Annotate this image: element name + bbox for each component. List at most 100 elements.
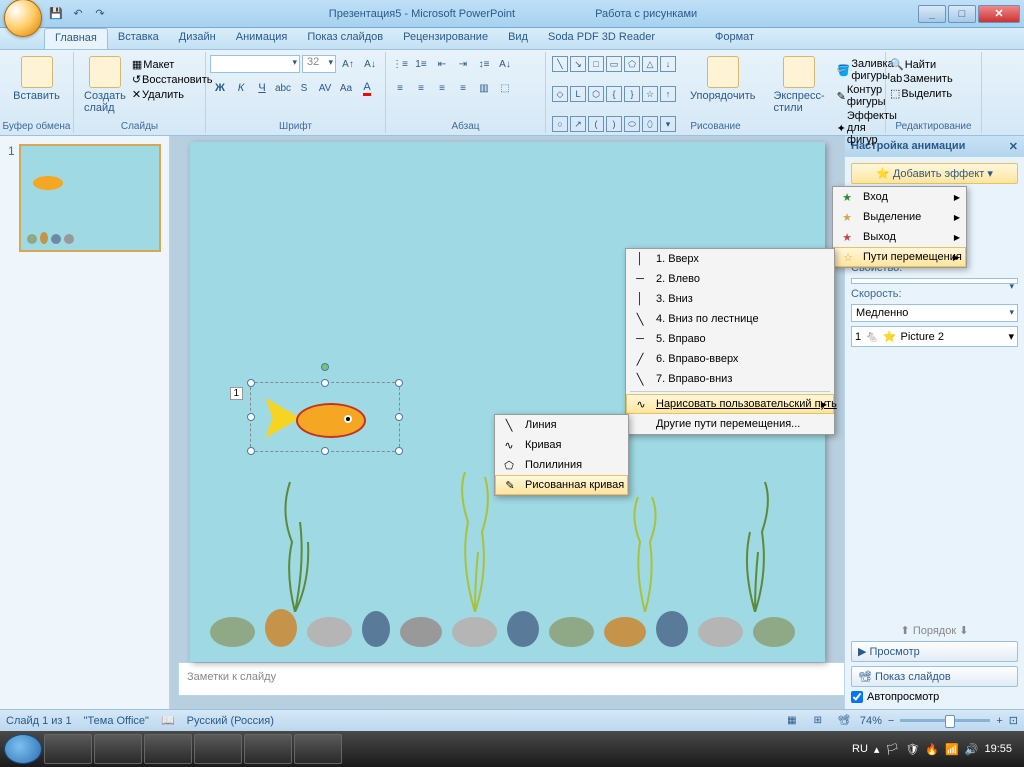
layout-button[interactable]: ▦ Макет bbox=[132, 58, 213, 71]
tab-format[interactable]: Формат bbox=[705, 28, 764, 49]
selection-box[interactable] bbox=[250, 382, 400, 452]
menu-item[interactable]: ∿Кривая bbox=[495, 435, 628, 455]
indent-inc-icon[interactable]: ⇥ bbox=[453, 54, 473, 74]
menu-item[interactable]: ╲4. Вниз по лестнице bbox=[626, 309, 834, 329]
underline-icon[interactable]: Ч bbox=[252, 78, 272, 98]
preview-button[interactable]: ▶ Просмотр bbox=[851, 641, 1018, 662]
minimize-button[interactable]: _ bbox=[918, 5, 946, 23]
arrange-button[interactable]: Упорядочить bbox=[684, 54, 761, 146]
fit-window-icon[interactable]: ⊡ bbox=[1009, 714, 1018, 727]
menu-item[interactable]: ★Выход▶ bbox=[833, 227, 966, 247]
tray-icon[interactable]: 🔥 bbox=[925, 743, 939, 756]
menu-item[interactable]: ─2. Влево bbox=[626, 269, 834, 289]
case-icon[interactable]: Aa bbox=[336, 78, 356, 98]
zoom-slider[interactable] bbox=[900, 719, 990, 722]
shadow-icon[interactable]: S bbox=[294, 78, 314, 98]
quickstyles-button[interactable]: Экспресс-стили bbox=[767, 54, 830, 146]
zoom-out-icon[interactable]: − bbox=[888, 715, 894, 727]
office-button[interactable] bbox=[4, 0, 42, 37]
menu-item[interactable]: │3. Вниз bbox=[626, 289, 834, 309]
normal-view-icon[interactable]: ▦ bbox=[782, 711, 802, 731]
zoom-level[interactable]: 74% bbox=[860, 715, 882, 727]
undo-icon[interactable]: ↶ bbox=[68, 4, 88, 24]
tray-icon[interactable]: ▴ bbox=[874, 743, 880, 756]
redo-icon[interactable]: ↷ bbox=[90, 4, 110, 24]
tab-design[interactable]: Дизайн bbox=[169, 28, 226, 49]
menu-item[interactable]: ☆Пути перемещения▶ bbox=[833, 247, 966, 267]
tray-icon[interactable]: 📶 bbox=[945, 743, 959, 756]
shrink-font-icon[interactable]: A↓ bbox=[360, 54, 380, 74]
menu-item[interactable]: ★Выделение▶ bbox=[833, 207, 966, 227]
close-button[interactable]: ✕ bbox=[978, 5, 1020, 23]
menu-item[interactable]: ★Вход▶ bbox=[833, 187, 966, 207]
slide-thumbnail[interactable] bbox=[19, 144, 161, 252]
rotate-handle[interactable] bbox=[321, 363, 329, 371]
align-right-icon[interactable]: ≡ bbox=[432, 78, 452, 98]
italic-icon[interactable]: К bbox=[231, 78, 251, 98]
start-button[interactable] bbox=[4, 734, 42, 764]
tab-home[interactable]: Главная bbox=[44, 28, 108, 49]
spellcheck-icon[interactable]: 📖 bbox=[161, 714, 175, 727]
replace-button[interactable]: ab Заменить bbox=[890, 73, 977, 85]
find-button[interactable]: 🔍 Найти bbox=[890, 58, 977, 71]
save-icon[interactable]: 💾 bbox=[46, 4, 66, 24]
menu-item[interactable]: ∿Нарисовать пользовательский путь▶ bbox=[626, 394, 834, 414]
add-effect-button[interactable]: ⭐ Добавить эффект ▾ bbox=[851, 163, 1018, 184]
reset-button[interactable]: ↺ Восстановить bbox=[132, 73, 213, 86]
tray-lang[interactable]: RU bbox=[852, 743, 868, 755]
menu-item[interactable]: │1. Вверх bbox=[626, 249, 834, 269]
columns-icon[interactable]: ▥ bbox=[474, 78, 494, 98]
task-item[interactable] bbox=[144, 734, 192, 764]
menu-item[interactable]: ⬠Полилиния bbox=[495, 455, 628, 475]
shapes-gallery[interactable]: ╲↘□▭⬠△↓ ◇L⬡{}☆↑ ○↗()⬭⬯▾ bbox=[550, 54, 678, 146]
align-center-icon[interactable]: ≡ bbox=[411, 78, 431, 98]
select-button[interactable]: ⬚ Выделить bbox=[890, 87, 977, 100]
slideshow-button[interactable]: 📽 Показ слайдов bbox=[851, 666, 1018, 687]
animation-list-item[interactable]: 1🐁⭐Picture 2▾ bbox=[851, 326, 1018, 347]
menu-item[interactable]: ╲Линия bbox=[495, 415, 628, 435]
strike-icon[interactable]: abc bbox=[273, 78, 293, 98]
tray-icon[interactable]: 🏳 bbox=[885, 743, 899, 756]
menu-item[interactable]: ─5. Вправо bbox=[626, 329, 834, 349]
taskpane-close-icon[interactable]: ✕ bbox=[1009, 140, 1018, 153]
fontsize-combo[interactable]: 32 bbox=[302, 55, 336, 73]
paste-button[interactable]: Вставить bbox=[4, 54, 69, 104]
tab-slideshow[interactable]: Показ слайдов bbox=[297, 28, 393, 49]
menu-item[interactable]: Другие пути перемещения... bbox=[626, 414, 834, 434]
notes-pane[interactable]: Заметки к слайду bbox=[178, 662, 844, 696]
tray-icon[interactable]: 🔊 bbox=[965, 743, 979, 756]
bold-icon[interactable]: Ж bbox=[210, 78, 230, 98]
tab-view[interactable]: Вид bbox=[498, 28, 538, 49]
language-status[interactable]: Русский (Россия) bbox=[187, 715, 274, 727]
font-combo[interactable] bbox=[210, 55, 300, 73]
zoom-in-icon[interactable]: + bbox=[996, 715, 1002, 727]
task-item[interactable] bbox=[294, 734, 342, 764]
align-left-icon[interactable]: ≡ bbox=[390, 78, 410, 98]
new-slide-button[interactable]: Создать слайд bbox=[78, 54, 132, 116]
textdir-icon[interactable]: A↓ bbox=[495, 54, 515, 74]
delete-button[interactable]: ✕ Удалить bbox=[132, 88, 213, 101]
task-item[interactable] bbox=[244, 734, 292, 764]
justify-icon[interactable]: ≡ bbox=[453, 78, 473, 98]
numbering-icon[interactable]: 1≡ bbox=[411, 54, 431, 74]
indent-dec-icon[interactable]: ⇤ bbox=[432, 54, 452, 74]
tray-clock[interactable]: 19:55 bbox=[984, 743, 1012, 755]
maximize-button[interactable]: □ bbox=[948, 5, 976, 23]
menu-item[interactable]: ✎Рисованная кривая bbox=[495, 475, 628, 495]
grow-font-icon[interactable]: A↑ bbox=[338, 54, 358, 74]
spacing-icon[interactable]: AV bbox=[315, 78, 335, 98]
slideshow-view-icon[interactable]: 📽 bbox=[834, 711, 854, 731]
tab-soda[interactable]: Soda PDF 3D Reader bbox=[538, 28, 665, 49]
sorter-view-icon[interactable]: ⊞ bbox=[808, 711, 828, 731]
menu-item[interactable]: ╲7. Вправо-вниз bbox=[626, 369, 834, 389]
speed-combo[interactable]: Медленно bbox=[851, 304, 1018, 322]
autopreview-checkbox[interactable]: Автопросмотр bbox=[851, 691, 1018, 703]
tab-animation[interactable]: Анимация bbox=[226, 28, 298, 49]
property-combo[interactable] bbox=[851, 278, 1018, 284]
task-item[interactable] bbox=[44, 734, 92, 764]
task-item[interactable] bbox=[194, 734, 242, 764]
fontcolor-icon[interactable]: A bbox=[357, 78, 377, 98]
tab-review[interactable]: Рецензирование bbox=[393, 28, 498, 49]
menu-item[interactable]: ╱6. Вправо-вверх bbox=[626, 349, 834, 369]
tray-icon[interactable]: 🛡 bbox=[905, 743, 919, 756]
